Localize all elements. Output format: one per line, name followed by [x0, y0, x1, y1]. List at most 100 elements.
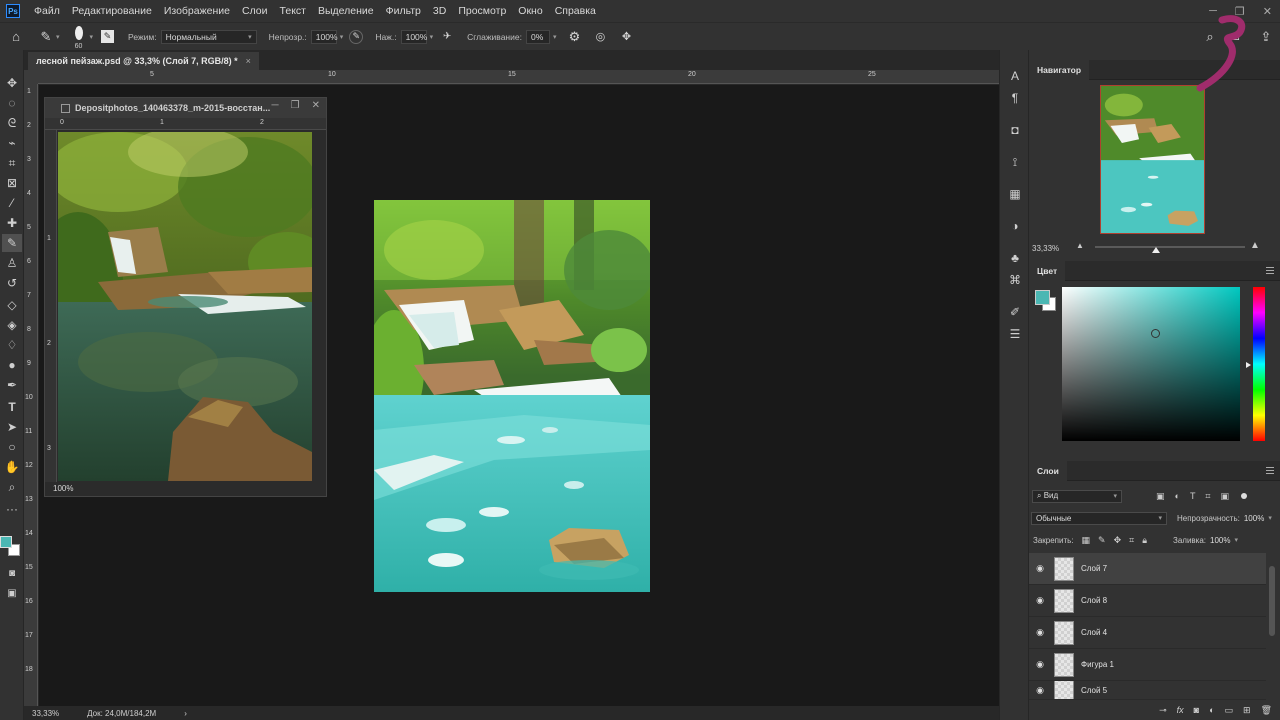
chevron-down-icon[interactable]: ▾ — [553, 33, 557, 41]
layer-row[interactable]: ◉ Слой 7 — [1029, 553, 1266, 585]
home-icon[interactable]: ⌂ — [8, 29, 24, 45]
navigator-thumbnail[interactable] — [1100, 85, 1205, 234]
eraser-tool-icon[interactable]: ◇ — [2, 296, 22, 314]
paragraph-icon[interactable]: ¶ — [1007, 90, 1023, 106]
screen-mode-icon[interactable]: ▣ — [2, 584, 22, 602]
close-button[interactable]: ✕ — [312, 100, 320, 111]
clone-source-icon[interactable]: ⟟ — [1007, 154, 1023, 170]
zoom-out-icon[interactable]: ▲ — [1076, 241, 1084, 250]
brush-settings-icon[interactable]: ✎ — [101, 30, 115, 43]
shape-tool-icon[interactable]: ○ — [2, 438, 22, 456]
quick-mask-icon[interactable]: ◙ — [2, 564, 22, 582]
status-menu-arrow[interactable]: › — [184, 709, 187, 718]
document-canvas[interactable] — [374, 200, 650, 592]
menu-layers[interactable]: Слои — [236, 0, 274, 22]
history-brush-tool-icon[interactable]: ↺ — [2, 274, 22, 292]
restore-button[interactable]: ❐ — [291, 100, 300, 111]
stamp-tool-icon[interactable]: ♙ — [2, 254, 22, 272]
symmetry-icon[interactable]: ✥ — [618, 29, 634, 45]
reference-image-window[interactable]: Depositphotos_140463378_m-2015-восстан..… — [44, 97, 327, 497]
zoom-tool-icon[interactable]: ⌕ — [2, 478, 22, 496]
vertical-ruler[interactable]: 1 2 3 4 5 6 7 8 9 10 11 12 13 14 15 16 1… — [24, 84, 38, 706]
mode-select[interactable]: Нормальный ▾ — [160, 29, 257, 44]
pressure-opacity-icon[interactable]: ✎ — [349, 29, 364, 44]
blur-tool-icon[interactable]: ♢ — [2, 336, 22, 354]
brush-preset-icon[interactable]: ✎ — [38, 29, 54, 45]
pressure-size-icon[interactable]: ◎ — [592, 29, 608, 45]
layer-opacity-value[interactable]: 100% — [1244, 514, 1264, 523]
chevron-down-icon[interactable]: ▾ — [1234, 536, 1238, 544]
brush-tool-icon[interactable]: ✎ — [2, 234, 22, 252]
lasso-tool-icon[interactable]: ᘓ — [2, 114, 22, 132]
new-layer-icon[interactable]: ⊞ — [1243, 705, 1251, 716]
layer-filter-icons[interactable]: ▣◐T⌗▣ — [1156, 491, 1239, 502]
color-foreground-swatch[interactable] — [1035, 290, 1050, 305]
color-picker-cursor[interactable] — [1151, 329, 1160, 338]
share-icon[interactable]: ⇪ — [1258, 29, 1274, 45]
layer-filter-select[interactable]: ⌕ Вид ▾ — [1032, 489, 1122, 503]
group-icon[interactable]: ▭ — [1225, 705, 1234, 716]
swatches-icon[interactable]: ▦ — [1007, 186, 1023, 202]
opacity-input[interactable]: 100% — [310, 29, 338, 44]
layers-scrollbar[interactable] — [1269, 566, 1275, 636]
chevron-down-icon[interactable]: ▾ — [430, 33, 434, 41]
hue-slider-marker[interactable] — [1246, 362, 1251, 368]
quick-select-tool-icon[interactable]: ⌁ — [2, 134, 22, 152]
path-select-tool-icon[interactable]: ➤ — [2, 418, 22, 436]
visibility-eye-icon[interactable]: ◉ — [1029, 685, 1051, 696]
menu-filter[interactable]: Фильтр — [380, 0, 427, 22]
shapes-icon[interactable]: ♣ — [1007, 250, 1023, 266]
hand-tool-icon[interactable]: ✋ — [2, 458, 22, 476]
panel-menu-icon[interactable] — [1266, 467, 1274, 474]
chevron-down-icon[interactable]: ▾ — [340, 33, 344, 41]
menu-window[interactable]: Окно — [512, 0, 548, 22]
brushes-icon[interactable]: ✐ — [1007, 304, 1023, 320]
chevron-down-icon[interactable]: ▾ — [56, 33, 60, 41]
link-icon[interactable]: ⊸ — [1159, 705, 1167, 716]
minimize-button[interactable]: ─ — [272, 100, 279, 111]
navigator-zoom-slider[interactable] — [1095, 246, 1245, 248]
filter-toggle-icon[interactable] — [1241, 493, 1248, 499]
healing-tool-icon[interactable]: ✚ — [2, 214, 22, 232]
zoom-readout[interactable]: 33,33% — [32, 709, 59, 718]
visibility-eye-icon[interactable]: ◉ — [1029, 595, 1051, 606]
menu-type[interactable]: Текст — [274, 0, 312, 22]
tab-close-icon[interactable]: × — [246, 56, 251, 66]
smoothing-input[interactable]: 0% — [525, 29, 550, 44]
chevron-down-icon[interactable]: ▾ — [1268, 514, 1272, 522]
trash-icon[interactable]: 🗑︎ — [1261, 705, 1272, 716]
fx-icon[interactable]: fx — [1177, 705, 1184, 715]
paths-icon[interactable]: ⌘ — [1007, 272, 1023, 288]
menu-view[interactable]: Просмотр — [452, 0, 512, 22]
layer-row[interactable]: ◉ Слой 5 — [1029, 681, 1266, 700]
move-tool-icon[interactable]: ✥ — [2, 74, 22, 92]
layer-row[interactable]: ◉ Фигура 1 — [1029, 649, 1266, 681]
layer-row[interactable]: ◉ Слой 8 — [1029, 585, 1266, 617]
navigator-zoom-value[interactable]: 33,33% — [1032, 244, 1059, 253]
menu-image[interactable]: Изображение — [158, 0, 236, 22]
visibility-eye-icon[interactable]: ◉ — [1029, 563, 1051, 574]
tab-layers[interactable]: Слои — [1029, 461, 1067, 481]
zoom-in-icon[interactable]: ▲ — [1250, 240, 1260, 251]
color-icon[interactable]: ◑ — [1007, 218, 1023, 234]
menu-select[interactable]: Выделение — [312, 0, 380, 22]
adjustments-icon[interactable]: ☰ — [1007, 326, 1023, 342]
hue-slider[interactable] — [1253, 287, 1265, 441]
learn-icon[interactable]: ◘ — [1007, 122, 1023, 138]
blend-mode-select[interactable]: Обычные ▾ — [1031, 511, 1167, 525]
gear-icon[interactable]: ⚙ — [566, 29, 582, 45]
menu-file[interactable]: Файл — [28, 0, 66, 22]
adjustment-icon[interactable]: ◐ — [1209, 705, 1214, 715]
color-picker-field[interactable] — [1062, 287, 1240, 441]
menu-help[interactable]: Справка — [549, 0, 602, 22]
tab-color[interactable]: Цвет — [1029, 261, 1066, 281]
tab-navigator[interactable]: Навигатор — [1029, 60, 1090, 80]
menu-3d[interactable]: 3D — [427, 0, 452, 22]
fill-tool-icon[interactable]: ◈ — [2, 316, 22, 334]
pen-tool-icon[interactable]: ✒ — [2, 376, 22, 394]
layer-row[interactable]: ◉ Слой 4 — [1029, 617, 1266, 649]
crop-tool-icon[interactable]: ⌗ — [2, 154, 22, 172]
text-tool-icon[interactable]: T — [2, 398, 22, 416]
more-tools-icon[interactable]: ··· — [2, 500, 22, 518]
dodge-tool-icon[interactable]: ● — [2, 356, 22, 374]
